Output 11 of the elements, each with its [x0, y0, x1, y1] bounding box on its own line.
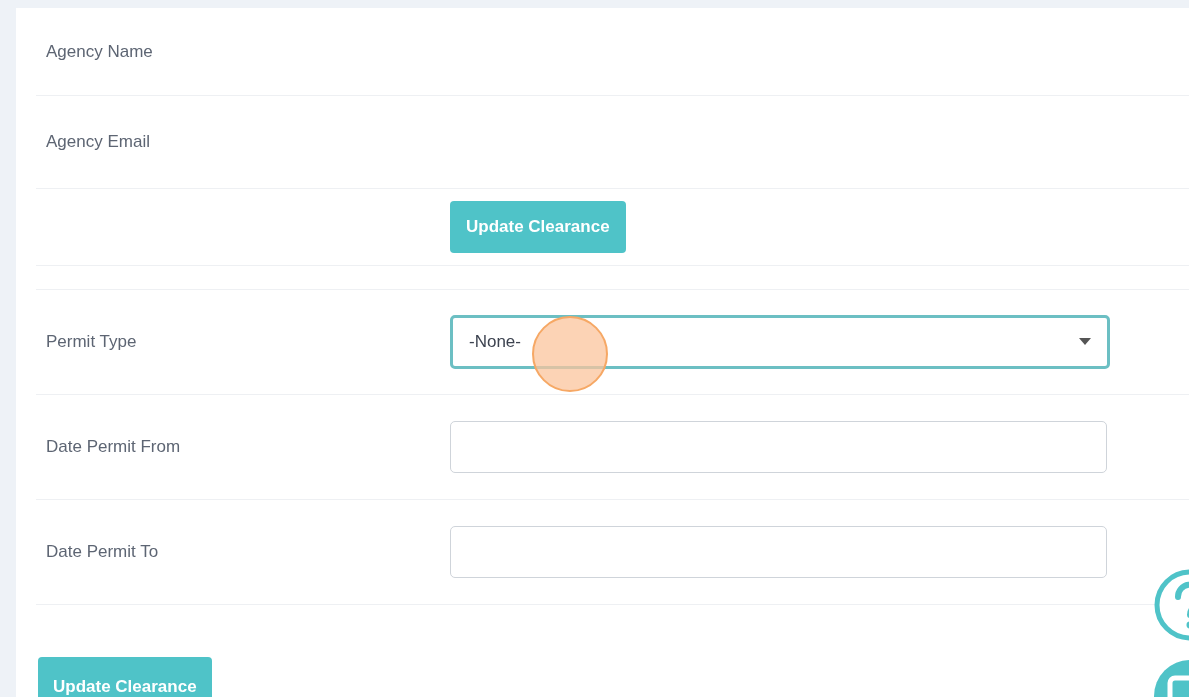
date-input-field[interactable] [450, 526, 1107, 578]
update-clearance-button[interactable]: Update Clearance [38, 657, 212, 697]
date-input-field[interactable] [450, 421, 1107, 473]
field-label: Agency Email [45, 132, 151, 152]
caret-icon [1079, 338, 1091, 346]
field-label: Date Permit To [45, 542, 160, 562]
field-label: Agency Name [45, 41, 154, 62]
update-clearance-button[interactable]: Update Clearance [450, 201, 626, 253]
field-label: Permit Type [45, 332, 138, 352]
permit-type-select[interactable]: -None- [450, 315, 1110, 369]
field-label: Date Permit From [45, 437, 182, 457]
